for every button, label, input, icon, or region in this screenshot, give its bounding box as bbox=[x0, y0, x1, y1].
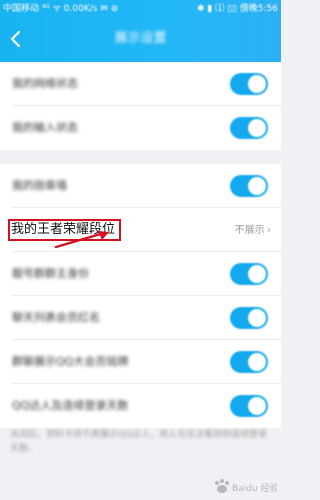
network-status-toggle[interactable] bbox=[230, 73, 268, 95]
member-red-name-toggle[interactable] bbox=[230, 307, 268, 329]
baidu-watermark-logo: Baidu 经验 bbox=[215, 479, 277, 494]
toggle-knob bbox=[248, 309, 266, 327]
setting-label: QQ达人及连续登录天数 bbox=[12, 399, 129, 412]
setting-row-medal-wall: 我的勋章墙 bbox=[0, 164, 281, 208]
medal-wall-toggle[interactable] bbox=[230, 175, 268, 197]
footnote-text: 关闭后，资料卡将不再展示QQ达人，他人也无法看到你连续登录天数。 bbox=[10, 430, 268, 454]
setting-row-qq-expert-login-days: QQ达人及连续登录天数 bbox=[0, 384, 281, 428]
toggle-knob bbox=[248, 397, 266, 415]
toggle-knob bbox=[248, 119, 266, 137]
setting-label: 我的输入状态 bbox=[12, 121, 78, 134]
page-title: 展示设置 bbox=[114, 31, 167, 46]
toggle-knob bbox=[248, 75, 266, 93]
setting-row-group-owner-identity: 靓号群群主身份 bbox=[0, 252, 281, 296]
chevron-right-icon: › bbox=[266, 223, 271, 236]
nav-bar: 展示设置 bbox=[0, 22, 281, 56]
setting-row-network-status: 我的网络状态 bbox=[0, 62, 281, 106]
setting-row-honor-of-kings-rank[interactable]: 我的王者荣耀段位 不展示 › bbox=[0, 208, 281, 252]
settings-section-display: 我的勋章墙 我的王者荣耀段位 不展示 › 靓号群群主身份 聊天列表会员红名 群聊展… bbox=[0, 164, 281, 428]
setting-label: 聊天列表会员红名 bbox=[12, 311, 100, 324]
setting-row-vip-nameplate: 群聊展示QQ大会员铭牌 bbox=[0, 340, 281, 384]
setting-row-member-red-name: 聊天列表会员红名 bbox=[0, 296, 281, 340]
annotation-arrow-icon bbox=[54, 231, 109, 249]
status-bar: 中国移动 ⁴ᴳ ᯤ 0.00K/s ✉ ⊚ ✱ ▮ ⑴ ▯▯ 傍晚5:56 bbox=[0, 0, 281, 18]
qq-expert-login-days-toggle[interactable] bbox=[230, 395, 268, 417]
toggle-knob bbox=[248, 265, 266, 283]
setting-label: 我的网络状态 bbox=[12, 77, 78, 90]
toggle-knob bbox=[248, 353, 266, 371]
rank-display-value[interactable]: 不展示 › bbox=[235, 208, 271, 253]
status-bar-left: 中国移动 ⁴ᴳ ᯤ 0.00K/s ✉ ⊚ bbox=[3, 4, 119, 14]
setting-label: 靓号群群主身份 bbox=[12, 267, 89, 280]
input-status-toggle[interactable] bbox=[230, 117, 268, 139]
rank-display-text: 不展示 bbox=[234, 225, 265, 236]
header-bar: 中国移动 ⁴ᴳ ᯤ 0.00K/s ✉ ⊚ ✱ ▮ ⑴ ▯▯ 傍晚5:56 展示… bbox=[0, 0, 281, 62]
status-bar-right: ✱ ▮ ⑴ ▯▯ 傍晚5:56 bbox=[196, 4, 278, 14]
toggle-knob bbox=[248, 177, 266, 195]
settings-section-status: 我的网络状态 我的输入状态 bbox=[0, 62, 281, 150]
setting-label: 我的勋章墙 bbox=[12, 179, 67, 192]
setting-row-input-status: 我的输入状态 bbox=[0, 106, 281, 150]
svg-text:Baidu 经验: Baidu 经验 bbox=[232, 482, 277, 494]
setting-label: 群聊展示QQ大会员铭牌 bbox=[12, 355, 129, 368]
group-owner-identity-toggle[interactable] bbox=[230, 263, 268, 285]
vip-nameplate-toggle[interactable] bbox=[230, 351, 268, 373]
